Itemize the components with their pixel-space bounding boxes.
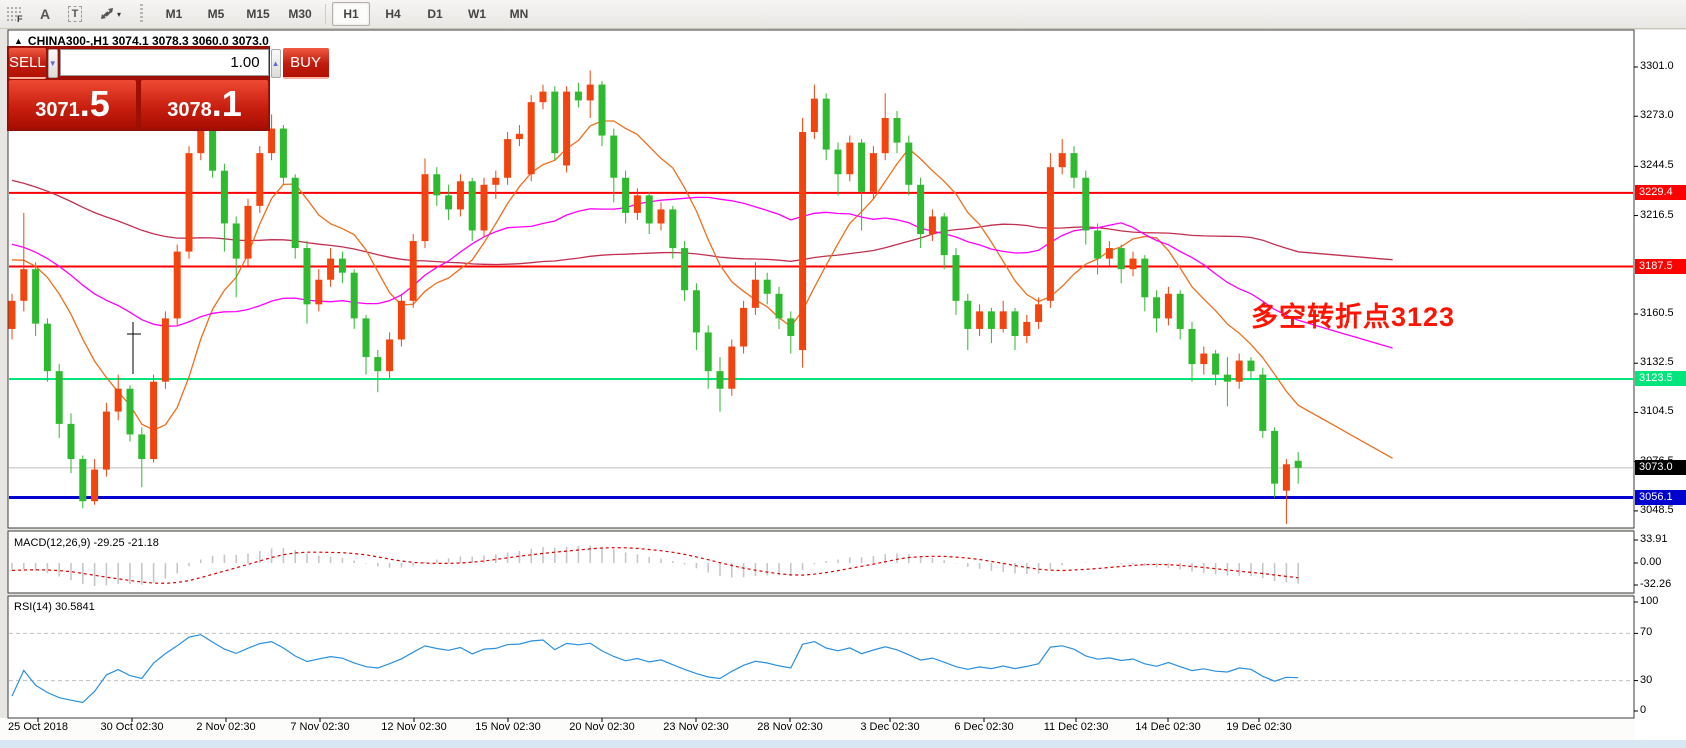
tab-timeframe-D1[interactable]: D1 — [416, 2, 454, 26]
tab-timeframe-M1[interactable]: M1 — [155, 2, 193, 26]
svg-text:F: F — [17, 14, 23, 22]
toolbar-drag-handle[interactable] — [140, 4, 147, 24]
buy-button[interactable]: BUY — [283, 48, 329, 79]
toolbar: F A T ▾ M1M5M15M30 H1H4D1W1MN — [0, 0, 1686, 29]
fibonacci-tool-button[interactable]: F — [2, 3, 28, 25]
tab-timeframe-H1[interactable]: H1 — [332, 2, 370, 26]
status-strip — [0, 740, 1686, 748]
fibonacci-tool-icon: F — [6, 6, 24, 22]
arrow-tools-button[interactable]: ▾ — [92, 3, 128, 25]
annotation-text: 多空转折点3123 — [1251, 295, 1455, 334]
tab-timeframe-M5[interactable]: M5 — [197, 2, 235, 26]
buy-price-fraction: .1 — [212, 84, 242, 124]
volume-input[interactable] — [60, 49, 269, 76]
buy-price-main: 3078 — [167, 90, 212, 130]
volume-decrement-button[interactable]: ▼ — [48, 49, 58, 78]
trading-terminal-window: F A T ▾ M1M5M15M30 H1H4D1W1MN ▲ CHINA300-… — [0, 0, 1686, 748]
text-tool-button[interactable]: T — [62, 3, 88, 25]
timeframe-strip: M1M5M15M30 H1H4D1W1MN — [153, 2, 540, 26]
sell-price-fraction: .5 — [80, 84, 110, 124]
text-tool-icon: T — [68, 6, 83, 22]
chart-title: ▲ CHINA300-,H1 3074.1 3078.3 3060.0 3073… — [14, 34, 269, 48]
symbol-marker-icon: ▲ — [14, 36, 23, 46]
volume-increment-button[interactable]: ▲ — [271, 49, 281, 78]
tab-timeframe-MN[interactable]: MN — [500, 2, 538, 26]
sell-price-main: 3071 — [35, 90, 80, 130]
chart-title-text: CHINA300-,H1 3074.1 3078.3 3060.0 3073.0 — [28, 34, 269, 48]
tab-timeframe-M30[interactable]: M30 — [281, 2, 319, 26]
arrow-tools-icon — [99, 7, 115, 21]
tab-timeframe-M15[interactable]: M15 — [239, 2, 277, 26]
text-label-tool-icon: A — [40, 6, 50, 22]
chevron-down-icon: ▾ — [117, 10, 121, 19]
text-label-tool-button[interactable]: A — [32, 3, 58, 25]
sell-button[interactable]: SELL — [9, 48, 46, 79]
one-click-trading-panel: SELL ▼ ▲ BUY 3071 .5 3078 .1 — [8, 47, 269, 130]
tab-timeframe-W1[interactable]: W1 — [458, 2, 496, 26]
tab-timeframe-H4[interactable]: H4 — [374, 2, 412, 26]
buy-price-box[interactable]: 3078 .1 — [141, 80, 268, 128]
sell-price-box[interactable]: 3071 .5 — [9, 80, 136, 128]
rsi-indicator-label: RSI(14) 30.5841 — [14, 601, 95, 613]
macd-indicator-label: MACD(12,26,9) -29.25 -21.18 — [14, 537, 159, 549]
